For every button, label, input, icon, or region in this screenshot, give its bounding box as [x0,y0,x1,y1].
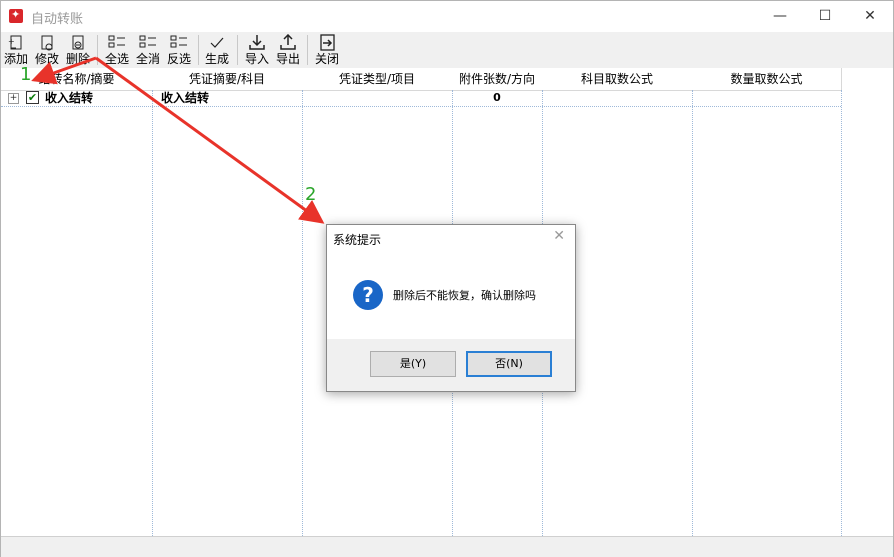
arrow-to-dialog [95,56,325,224]
arrow-to-delete [31,56,97,85]
annotation-step-1: 1 [20,64,32,85]
annotation-arrows [31,56,325,224]
annotation-step-2: 2 [305,184,317,205]
